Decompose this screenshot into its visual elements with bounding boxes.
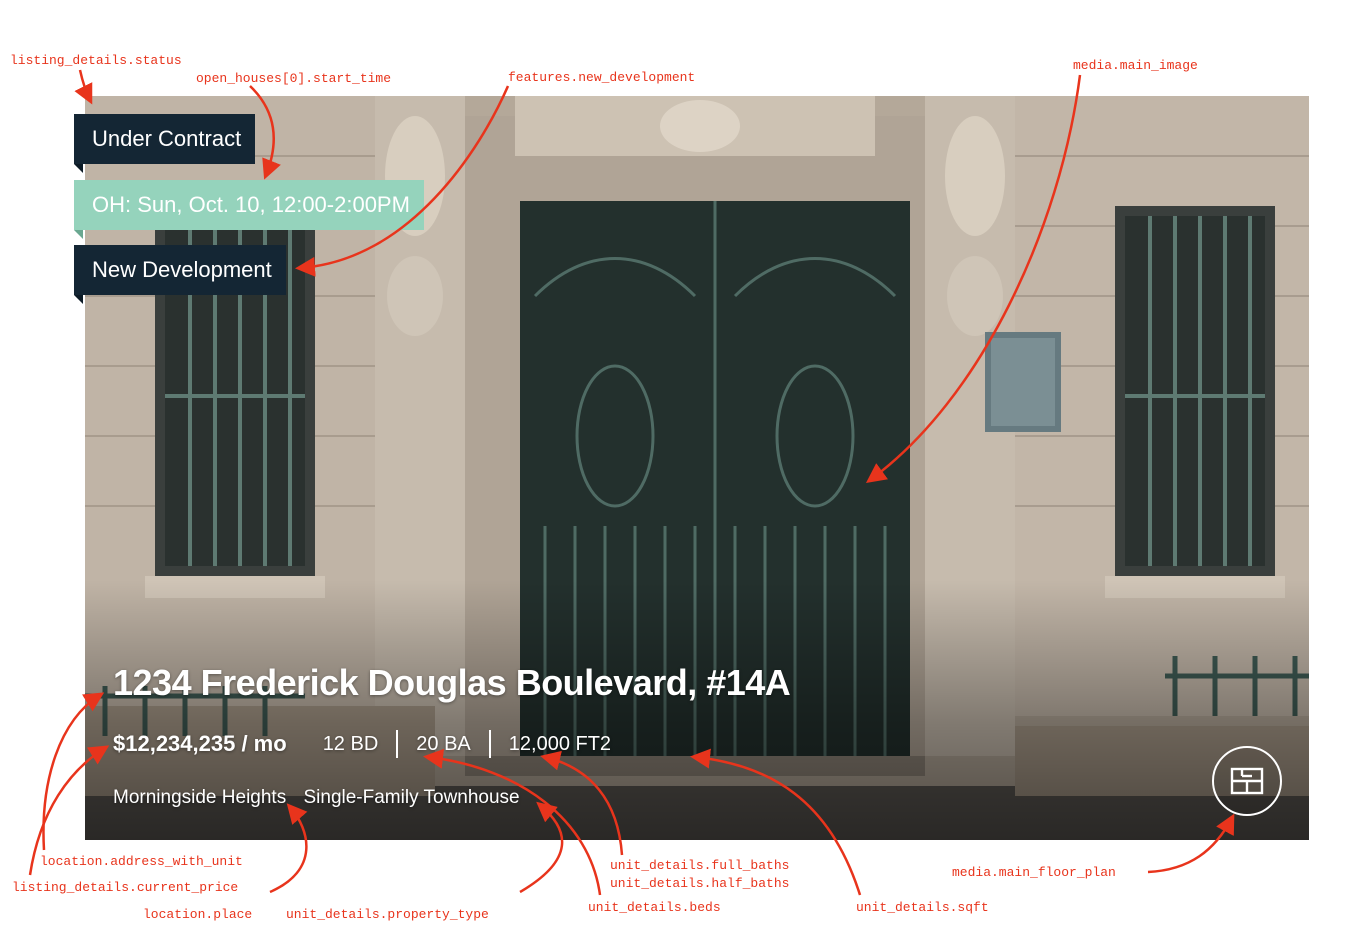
status-badge: Under Contract (74, 114, 256, 173)
baths-count: 20 BA (416, 732, 471, 755)
annotation-full-baths: unit_details.full_baths (610, 858, 790, 873)
property-type: Single-Family Townhouse (303, 787, 520, 808)
annotation-status: listing_details.status (10, 53, 182, 68)
floor-plan-icon (1230, 767, 1264, 795)
annotation-price: listing_details.current_price (12, 880, 239, 895)
annotation-place: location.place (143, 907, 253, 922)
listing-facts: $12,234,235 / mo 12 BD 20 BA 12,000 FT2 (113, 730, 611, 758)
square-footage: 12,000 FT2 (508, 732, 612, 755)
neighborhood-name[interactable]: Morningside Heights (113, 787, 286, 808)
new-development-badge: New Development (74, 245, 286, 304)
listing-location: Morningside Heights Single-Family Townho… (113, 787, 520, 809)
annotation-half-baths: unit_details.half_baths (610, 876, 790, 891)
annotation-address: location.address_with_unit (40, 854, 243, 869)
annotation-main-image: media.main_image (1073, 58, 1198, 73)
annotation-sqft: unit_details.sqft (856, 900, 989, 915)
annotation-beds: unit_details.beds (588, 900, 721, 915)
annotation-new-development: features.new_development (508, 70, 696, 85)
listing-price: $12,234,235 / mo (113, 731, 287, 756)
annotation-floor-plan: media.main_floor_plan (952, 865, 1116, 880)
listing-address[interactable]: 1234 Frederick Douglas Boulevard, #14A (113, 662, 791, 704)
floor-plan-button[interactable] (1212, 746, 1282, 816)
fact-divider (488, 730, 491, 758)
annotation-property-type: unit_details.property_type (286, 907, 489, 922)
fact-divider (396, 730, 399, 758)
beds-count: 12 BD (322, 732, 379, 755)
open-house-badge: OH: Sun, Oct. 10, 12:00-2:00PM (74, 180, 424, 239)
annotation-open-house: open_houses[0].start_time (196, 71, 392, 86)
